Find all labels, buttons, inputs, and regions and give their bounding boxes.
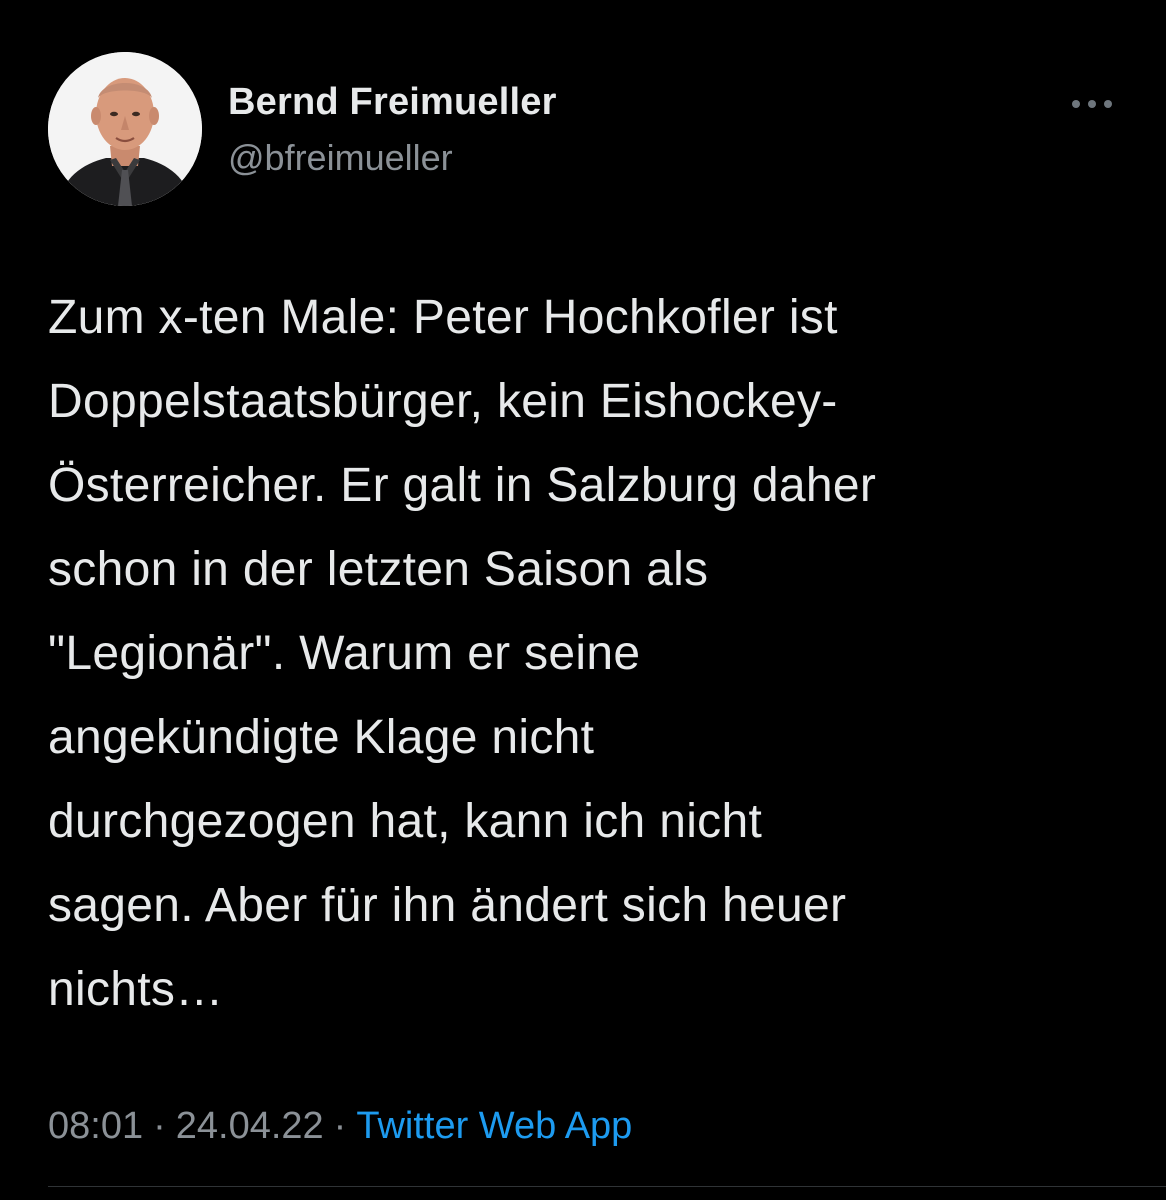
meta-separator: ·: [333, 1105, 347, 1147]
tweet-date[interactable]: 24.04.22: [176, 1105, 324, 1147]
divider: [48, 1186, 1166, 1187]
user-info: Bernd Freimueller @bfreimueller: [228, 80, 557, 180]
tweet-source-link[interactable]: Twitter Web App: [356, 1105, 632, 1147]
meta-separator: ·: [153, 1105, 166, 1147]
tweet-detail: Bernd Freimueller @bfreimueller Zum x-te…: [0, 0, 1166, 1200]
tweet-text: Zum x-ten Male: Peter Hochkofler ist Dop…: [48, 291, 877, 1016]
more-horizontal-icon: [1072, 100, 1112, 108]
avatar[interactable]: [48, 52, 202, 206]
user-handle[interactable]: @bfreimueller: [228, 136, 557, 180]
more-options-button[interactable]: [1064, 88, 1120, 120]
tweet-time[interactable]: 08:01: [48, 1105, 143, 1147]
profile-photo-icon: [48, 52, 202, 206]
tweet-metadata: 08:01 · 24.04.22 · Twitter Web App: [48, 1100, 632, 1152]
display-name[interactable]: Bernd Freimueller: [228, 80, 557, 124]
